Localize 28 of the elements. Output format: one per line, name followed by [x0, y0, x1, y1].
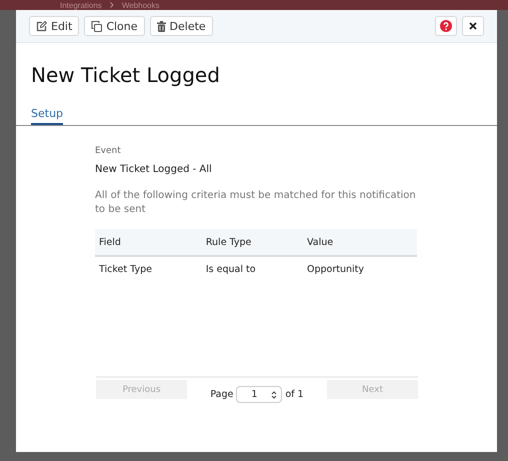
field-label: Event: [95, 146, 122, 156]
breadcrumb-link[interactable]: Webhooks: [122, 0, 160, 10]
close-button[interactable]: [462, 16, 484, 36]
column-header: Field: [95, 229, 202, 256]
column-header: Rule Type: [202, 229, 303, 256]
trash-icon: [156, 20, 166, 32]
copy-icon: [91, 20, 102, 32]
table-cell: Opportunity: [303, 256, 417, 281]
spinner-icon: [271, 390, 278, 400]
clone-button[interactable]: Clone: [84, 16, 145, 36]
breadcrumb-link[interactable]: Integrations: [60, 0, 102, 10]
chevron-icon: [110, 2, 114, 8]
field-value: New Ticket Logged - All: [95, 164, 213, 175]
edit-button[interactable]: Edit: [29, 16, 80, 36]
help-button[interactable]: [435, 16, 457, 36]
table-cell: Ticket Type: [95, 256, 202, 281]
table-cell: Is equal to: [202, 256, 303, 281]
page-number-field[interactable]: 1: [236, 386, 282, 403]
close-icon: [469, 22, 477, 30]
edit-icon: [36, 20, 47, 32]
delete-button[interactable]: Delete: [150, 16, 213, 36]
description-text: All of the following criteria must be matched for this notification to be sent: [95, 189, 417, 217]
tab[interactable]: Setup: [31, 107, 64, 125]
modal-title: New Ticket Logged: [31, 63, 221, 87]
page-label: Page: [210, 389, 234, 400]
page-count: of 1: [285, 389, 304, 400]
column-header: Value: [303, 229, 417, 256]
help-icon: [440, 20, 452, 32]
